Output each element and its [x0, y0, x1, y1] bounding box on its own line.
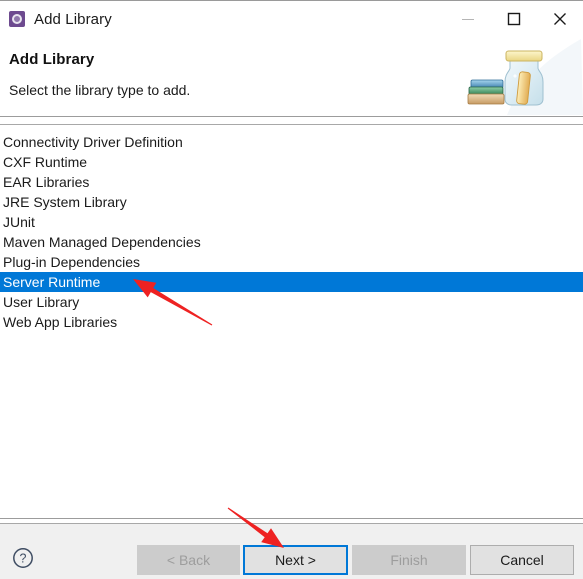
list-item-label: CXF Runtime — [3, 154, 88, 170]
library-type-list[interactable]: Connectivity Driver Definition CXF Runtim… — [0, 125, 583, 518]
next-button-label: Next > — [275, 552, 316, 568]
list-item[interactable]: JUnit — [0, 212, 583, 232]
finish-button[interactable]: Finish — [352, 545, 466, 575]
minimize-icon — [462, 19, 474, 20]
list-item-label: User Library — [3, 294, 80, 310]
close-button[interactable] — [537, 1, 583, 37]
next-button[interactable]: Next > — [243, 545, 348, 575]
back-button[interactable]: < Back — [137, 545, 240, 575]
list-item-label: Web App Libraries — [3, 314, 118, 330]
list-item-label: JRE System Library — [3, 194, 127, 210]
wizard-header-title: Add Library — [9, 51, 95, 68]
eclipse-app-icon — [9, 11, 25, 27]
list-item[interactable]: Plug-in Dependencies — [0, 252, 583, 272]
list-item[interactable]: EAR Libraries — [0, 172, 583, 192]
list-item-label: Plug-in Dependencies — [3, 254, 140, 270]
title-bar: Add Library — [0, 1, 583, 37]
window-title: Add Library — [34, 10, 112, 28]
list-item[interactable]: Maven Managed Dependencies — [0, 232, 583, 252]
header-separator — [0, 116, 583, 117]
wizard-header: Add Library Select the library type to a… — [0, 37, 583, 116]
list-item[interactable]: User Library — [0, 292, 583, 312]
list-item[interactable]: CXF Runtime — [0, 152, 583, 172]
list-item-label: Connectivity Driver Definition — [3, 134, 183, 150]
svg-text:?: ? — [20, 552, 27, 566]
maximize-button[interactable] — [491, 1, 537, 37]
list-item[interactable]: Server Runtime — [0, 272, 583, 292]
help-question-icon[interactable]: ? — [12, 547, 34, 569]
window-controls — [445, 1, 583, 37]
cancel-button[interactable]: Cancel — [470, 545, 574, 575]
wizard-header-description: Select the library type to add. — [9, 82, 191, 98]
list-item-label: EAR Libraries — [3, 174, 90, 190]
minimize-button[interactable] — [445, 1, 491, 37]
add-library-dialog: Add Library Add Library Select the libra… — [0, 0, 583, 579]
list-item-label: Maven Managed Dependencies — [3, 234, 201, 250]
footer-separator — [0, 518, 583, 519]
list-item[interactable]: Web App Libraries — [0, 312, 583, 332]
list-item[interactable]: Connectivity Driver Definition — [0, 132, 583, 152]
cancel-button-label: Cancel — [500, 552, 544, 568]
finish-button-label: Finish — [390, 552, 428, 568]
library-jar-books-icon — [467, 39, 583, 115]
list-item-label: Server Runtime — [3, 274, 101, 290]
close-icon — [554, 13, 566, 25]
maximize-icon — [507, 12, 521, 26]
list-item-label: JUnit — [3, 214, 35, 230]
list-item[interactable]: JRE System Library — [0, 192, 583, 212]
back-button-label: < Back — [166, 552, 211, 568]
